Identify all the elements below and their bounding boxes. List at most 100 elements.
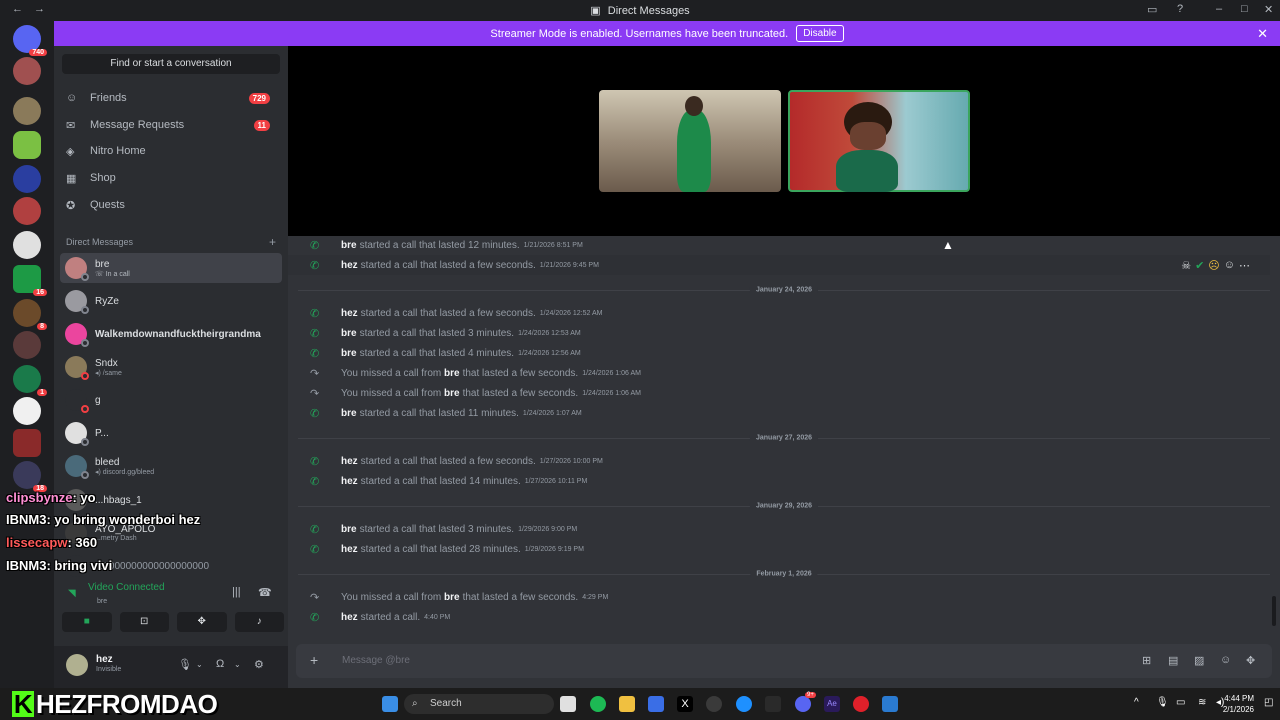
server-icon[interactable] <box>13 331 41 359</box>
message-author[interactable]: hez <box>341 308 358 319</box>
server-icon[interactable] <box>13 165 41 193</box>
x-icon[interactable]: X <box>677 696 693 712</box>
message-author[interactable]: bre <box>444 368 460 379</box>
discord-icon[interactable] <box>795 696 811 712</box>
server-icon[interactable]: 1 <box>13 365 47 396</box>
message-author[interactable]: bre <box>341 328 357 339</box>
dm-item[interactable]: bleed ◂) discord.gg/bleed <box>60 451 282 481</box>
call-message: ✆ bre started a call that lasted 12 minute… <box>310 236 583 254</box>
message-author[interactable]: hez <box>341 612 358 623</box>
server-icon[interactable] <box>13 429 41 457</box>
taskbar-clock[interactable]: 4:44 PM 2/1/2026 <box>1223 693 1254 715</box>
file-explorer-icon[interactable] <box>619 696 635 712</box>
message-author[interactable]: bre <box>444 592 460 603</box>
server-icon[interactable] <box>13 131 41 159</box>
camera-button[interactable]: ■ <box>62 612 112 632</box>
server-icon[interactable] <box>13 231 41 259</box>
inbox-icon[interactable]: ▭ <box>1147 3 1157 16</box>
find-conversation-button[interactable]: Find or start a conversation <box>62 54 280 74</box>
server-icon[interactable]: 8 <box>13 299 47 330</box>
dm-shortcut-avatar[interactable] <box>13 57 41 85</box>
create-dm-icon[interactable]: + <box>269 235 276 249</box>
nav-shop[interactable]: ▦ Shop <box>62 166 280 190</box>
nav-message-requests[interactable]: ✉ Message Requests 11 <box>62 113 280 137</box>
wifi-icon[interactable]: ≋ <box>1198 697 1206 708</box>
skull-reaction-icon[interactable]: ☠ <box>1181 259 1191 272</box>
message-author[interactable]: hez <box>341 476 358 487</box>
check-reaction-icon[interactable]: ✔ <box>1195 259 1204 272</box>
emoji-reaction-icon[interactable]: ☹ <box>1208 259 1219 272</box>
message-author[interactable]: bre <box>341 408 357 419</box>
dm-item[interactable]: Walkemdownandfucktheirgrandma <box>60 319 282 349</box>
scrollbar[interactable] <box>1272 596 1276 626</box>
app-icon[interactable] <box>706 696 722 712</box>
notifications-icon[interactable]: ◰ <box>1264 697 1273 708</box>
nav-friends[interactable]: ☺ Friends 729 <box>62 86 280 110</box>
chevron-down-icon[interactable]: ⌄ <box>196 660 203 669</box>
apps-icon[interactable]: ✥ <box>1246 654 1255 667</box>
message-author[interactable]: hez <box>341 456 358 467</box>
chevron-up-icon[interactable]: ^ <box>1134 697 1139 708</box>
soundboard-button[interactable]: ♪ <box>234 612 284 632</box>
app-icon[interactable] <box>882 696 898 712</box>
message-author[interactable]: hez <box>341 544 358 555</box>
add-attachment-icon[interactable]: + <box>310 652 318 668</box>
dm-item[interactable]: Sndx ◂) /same <box>60 352 282 382</box>
message-author[interactable]: bre <box>341 348 357 359</box>
server-icon[interactable]: 18 <box>13 461 47 492</box>
app-icon[interactable] <box>560 696 576 712</box>
taskbar-search[interactable]: ⌕ Search <box>404 694 554 714</box>
message-author[interactable]: bre <box>444 388 460 399</box>
server-icon[interactable] <box>13 197 41 225</box>
close-window-button[interactable]: ✕ <box>1264 3 1273 16</box>
disable-streamer-mode-button[interactable]: Disable <box>796 25 844 42</box>
user-avatar[interactable] <box>66 654 88 676</box>
video-tile[interactable] <box>788 90 970 192</box>
video-tile[interactable] <box>599 90 781 192</box>
spotify-icon[interactable] <box>590 696 606 712</box>
activities-button[interactable]: ✥ <box>177 612 227 632</box>
server-icon[interactable] <box>13 397 41 425</box>
message-author[interactable]: hez <box>341 260 358 271</box>
store-icon[interactable] <box>648 696 664 712</box>
help-icon[interactable]: ? <box>1177 3 1183 15</box>
display-icon[interactable]: ▭ <box>1176 697 1185 708</box>
minimize-button[interactable]: – <box>1216 3 1222 15</box>
chatter-name: clipsbynze <box>6 490 73 505</box>
microphone-icon[interactable]: 🎙︎ <box>178 658 192 671</box>
nav-nitro-home[interactable]: ◈ Nitro Home <box>62 139 280 163</box>
emoji-icon[interactable]: ☺ <box>1220 654 1231 666</box>
dm-item[interactable]: g <box>60 385 282 415</box>
screen-share-button[interactable]: ⊡ <box>119 612 169 632</box>
gif-icon[interactable]: ▤ <box>1168 654 1178 667</box>
edge-icon[interactable] <box>736 696 752 712</box>
message-input[interactable]: Message @bre <box>342 655 410 666</box>
opera-icon[interactable] <box>853 696 869 712</box>
maximize-button[interactable]: □ <box>1241 3 1248 15</box>
noise-suppression-icon[interactable]: ||| <box>232 586 241 598</box>
dm-item[interactable]: RyZe <box>60 286 282 316</box>
windows-start-icon[interactable] <box>382 696 398 712</box>
voice-status[interactable]: Video Connected <box>88 582 165 593</box>
nav-quests[interactable]: ✪ Quests <box>62 193 280 217</box>
dm-item[interactable]: bre ☏ In a call <box>60 253 282 283</box>
sticker-icon[interactable]: ▨ <box>1194 654 1204 667</box>
banner-close-icon[interactable]: ✕ <box>1257 26 1268 42</box>
gear-icon[interactable]: ⚙ <box>254 658 264 671</box>
server-icon[interactable]: 16 <box>13 265 47 296</box>
dm-header-label: Direct Messages <box>66 237 134 247</box>
server-icon[interactable] <box>13 97 41 125</box>
message-author[interactable]: bre <box>341 240 357 251</box>
more-options-icon[interactable]: ⋯ <box>1239 259 1250 272</box>
add-reaction-icon[interactable]: ☺ <box>1224 259 1235 272</box>
dm-item[interactable]: P... <box>60 418 282 448</box>
disconnect-icon[interactable]: ☎ <box>258 586 272 599</box>
after-effects-icon[interactable]: Ae <box>824 696 840 712</box>
home-button[interactable]: 740 <box>13 25 47 56</box>
message-author[interactable]: bre <box>341 524 357 535</box>
headphones-icon[interactable]: Ω <box>216 658 224 670</box>
gift-icon[interactable]: ⊞ <box>1142 654 1151 667</box>
app-icon[interactable] <box>765 696 781 712</box>
chevron-down-icon[interactable]: ⌄ <box>234 660 241 669</box>
microphone-icon[interactable]: 🎙︎ <box>1156 697 1169 708</box>
